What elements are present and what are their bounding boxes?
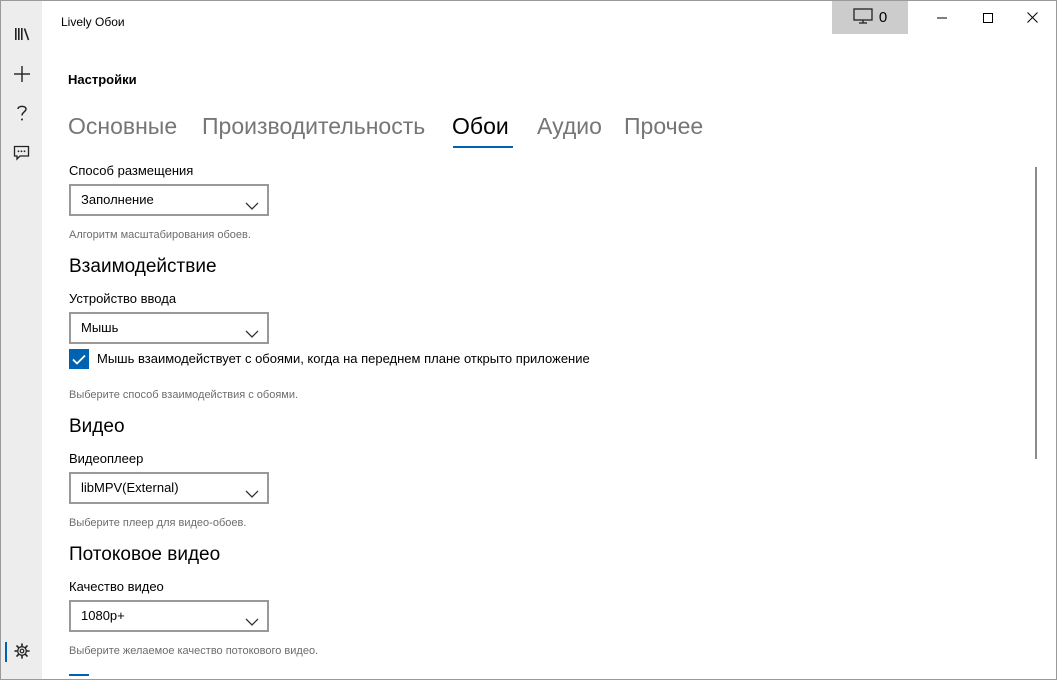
video-section-title: Видео [69, 416, 125, 437]
screen-selector-button[interactable]: 0 [832, 1, 908, 34]
minimize-icon [937, 8, 947, 27]
question-icon [16, 104, 28, 122]
placement-hint: Алгоритм масштабирования обоев. [69, 229, 251, 241]
tab-general[interactable]: Основные [68, 113, 177, 140]
active-indicator [5, 642, 7, 662]
window-title: Lively Обои [61, 15, 125, 29]
streaming-section-title: Потоковое видео [69, 544, 221, 565]
sidebar-item-add[interactable] [1, 55, 42, 93]
stream-quality-label: Качество видео [69, 579, 164, 594]
sidebar-item-library[interactable] [1, 15, 42, 53]
chat-icon [13, 145, 30, 161]
chevron-down-icon [245, 483, 259, 502]
video-player-label: Видеоплеер [69, 451, 144, 466]
video-hint: Выберите плеер для видео-обоев. [69, 517, 247, 529]
chevron-down-icon [245, 323, 259, 342]
active-tab-underline [453, 146, 513, 148]
foreground-interaction-checkbox[interactable] [69, 349, 89, 369]
monitor-icon [853, 7, 873, 28]
sidebar-item-help[interactable] [1, 94, 42, 132]
tab-audio[interactable]: Аудио [537, 113, 602, 140]
placement-label: Способ размещения [69, 163, 194, 178]
sidebar-item-settings[interactable] [1, 632, 42, 670]
foreground-interaction-label: Мышь взаимодействует с обоями, когда на … [97, 351, 590, 366]
maximize-button[interactable] [965, 1, 1011, 34]
vertical-scrollbar[interactable] [1035, 167, 1037, 459]
page-title: Настройки [68, 72, 137, 87]
placement-dropdown-value: Заполнение [81, 192, 154, 207]
maximize-icon [983, 8, 993, 27]
checkmark-icon [72, 350, 86, 369]
interaction-section-title: Взаимодействие [69, 256, 217, 277]
input-device-dropdown-value: Мышь [81, 320, 119, 335]
tab-misc[interactable]: Прочее [624, 113, 703, 140]
chevron-down-icon [245, 195, 259, 214]
placement-dropdown[interactable]: Заполнение [69, 184, 269, 216]
sidebar [1, 1, 42, 679]
close-button[interactable] [1009, 1, 1055, 34]
close-icon [1026, 8, 1038, 27]
stream-quality-dropdown[interactable]: 1080p+ [69, 600, 269, 632]
tab-performance[interactable]: Производительность [202, 113, 425, 140]
video-player-dropdown[interactable]: libMPV(External) [69, 472, 269, 504]
library-icon [14, 27, 30, 41]
app-window: Lively Обои 0 Настройки Основные Произво… [0, 0, 1057, 680]
tab-wallpaper[interactable]: Обои [452, 113, 509, 140]
foreground-interaction-option: Мышь взаимодействует с обоями, когда на … [69, 349, 669, 371]
interaction-hint: Выберите способ взаимодействия с обоями. [69, 389, 299, 401]
input-device-label: Устройство ввода [69, 291, 177, 306]
streaming-hint: Выберите желаемое качество потокового ви… [69, 645, 319, 657]
chevron-down-icon [245, 611, 259, 630]
screen-count: 0 [878, 9, 888, 26]
sidebar-item-feedback[interactable] [1, 134, 42, 172]
partial-next-control [69, 674, 89, 676]
plus-icon [13, 65, 31, 83]
stream-quality-dropdown-value: 1080p+ [81, 608, 125, 623]
gear-icon [13, 643, 30, 659]
input-device-dropdown[interactable]: Мышь [69, 312, 269, 344]
minimize-button[interactable] [919, 1, 965, 34]
video-player-dropdown-value: libMPV(External) [81, 480, 179, 495]
